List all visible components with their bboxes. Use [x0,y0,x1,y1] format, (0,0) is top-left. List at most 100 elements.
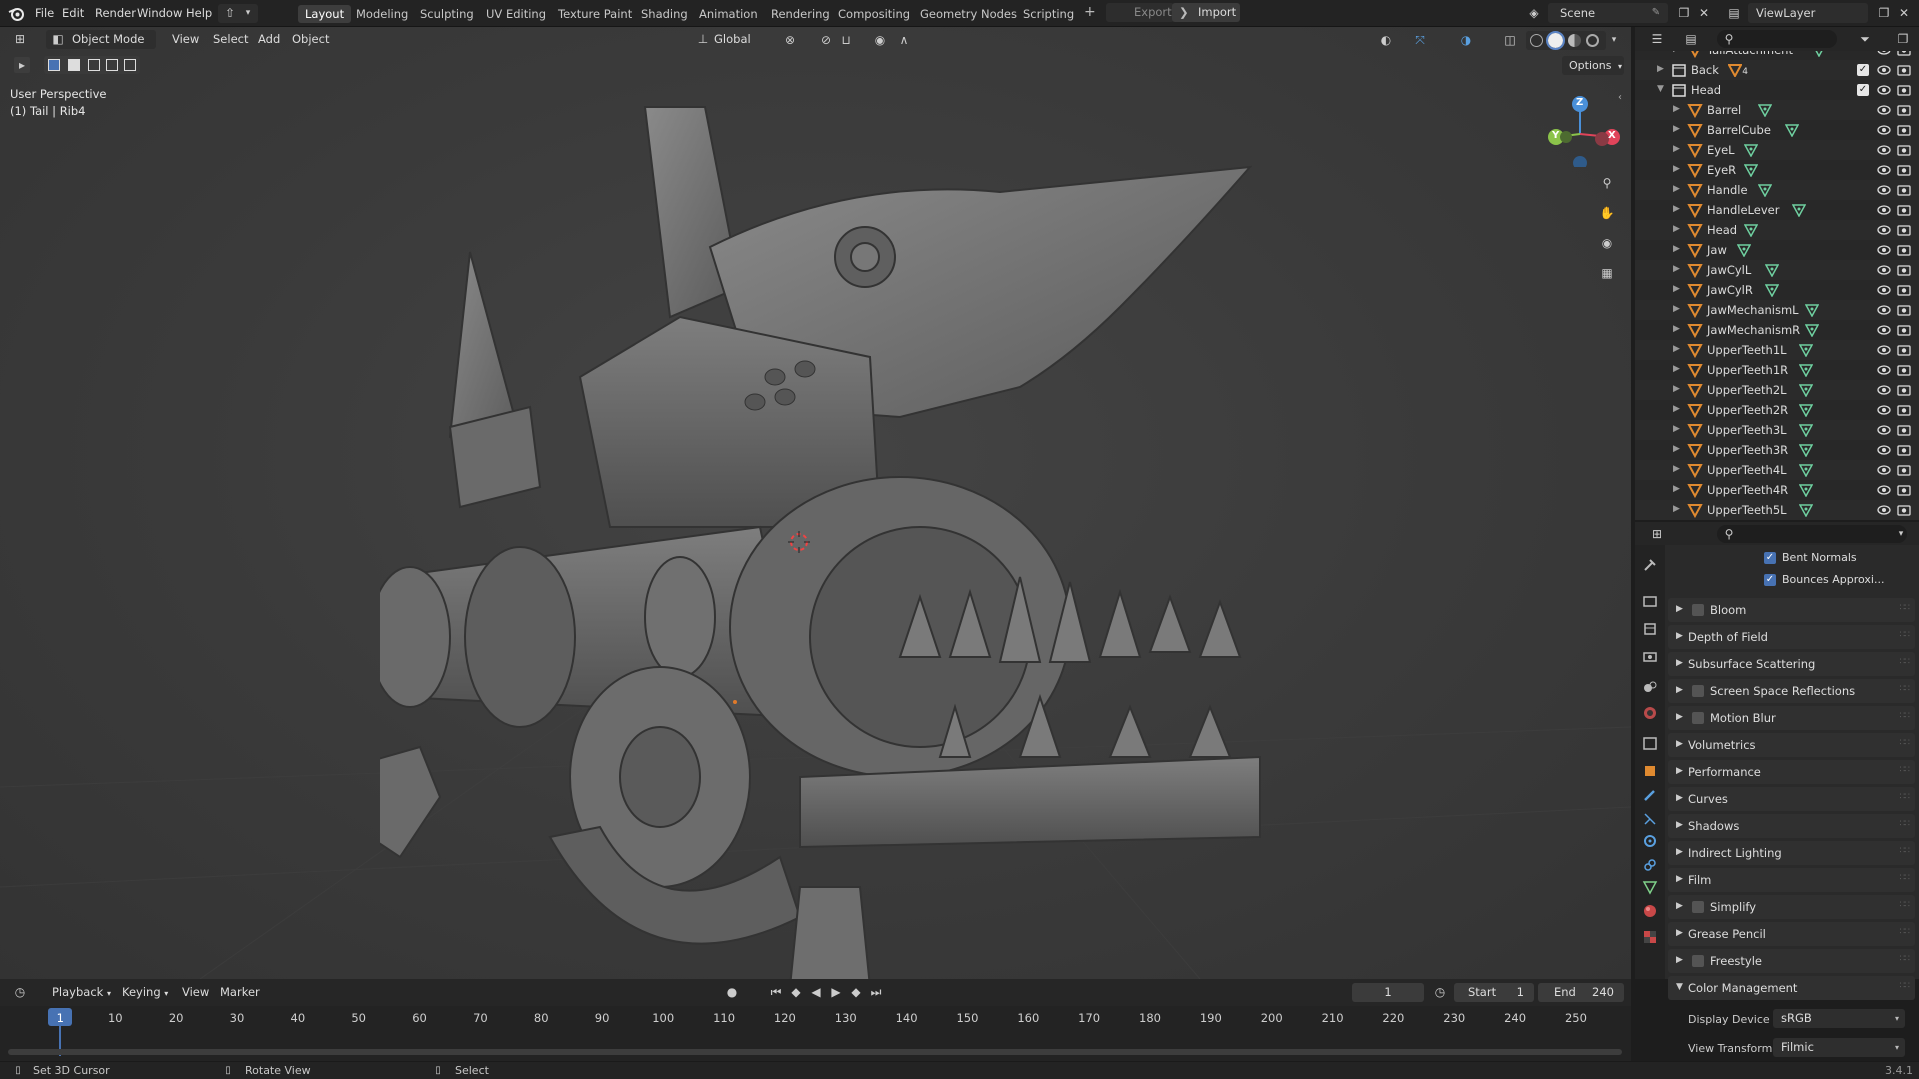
blender-logo-icon[interactable] [8,5,25,22]
panel-enable-checkbox[interactable] [1692,955,1704,967]
transform-orientation-dropdown[interactable]: ⊥ Global [692,30,770,49]
outliner-row[interactable]: ▶ HandleLever [1635,200,1919,220]
panel-performance[interactable]: ▶ Performance ∷∷ [1668,760,1915,784]
outliner-row[interactable]: ▶ Handle [1635,180,1919,200]
wireframe-shading-icon[interactable] [1530,34,1543,47]
render-camera-icon[interactable] [1897,303,1911,317]
expand-arrow-icon[interactable]: ▶ [1673,384,1680,394]
panel-color-management[interactable]: ▼ Color Management ∷∷ [1668,976,1915,1000]
panel-indirect-lighting[interactable]: ▶ Indirect Lighting ∷∷ [1668,841,1915,865]
mesh-data-icon[interactable] [1791,203,1806,217]
new-collection-icon[interactable]: ❐ [1895,31,1911,47]
object-mode-dropdown[interactable]: ◧ Object Mode [46,30,156,49]
tab-animation[interactable]: Animation [692,5,765,23]
drag-handle-icon[interactable]: ∷∷ [1900,765,1911,775]
upload-menu-button[interactable]: ⇧ ▾ [218,4,258,23]
expand-arrow-icon[interactable]: ▶ [1673,51,1680,54]
property-checkbox[interactable]: ✓ [1764,574,1776,586]
mesh-data-icon[interactable] [1744,143,1759,157]
visibility-eye-icon[interactable] [1877,183,1891,197]
drag-handle-icon[interactable]: ∷∷ [1900,981,1911,991]
new-scene-icon[interactable]: ❐ [1676,5,1692,21]
render-camera-icon[interactable] [1897,343,1911,357]
view-layer-tab-icon[interactable] [1642,649,1658,665]
menu-file[interactable]: File [35,6,54,20]
drag-handle-icon[interactable]: ∷∷ [1900,846,1911,856]
panel-grease-pencil[interactable]: ▶ Grease Pencil ∷∷ [1668,922,1915,946]
menu-edit[interactable]: Edit [62,6,84,20]
mesh-data-icon[interactable] [1798,403,1813,417]
editor-type-button[interactable]: ⊞ [10,30,40,49]
render-camera-icon[interactable] [1897,423,1911,437]
render-camera-icon[interactable] [1897,143,1911,157]
new-view-layer-icon[interactable]: ❐ [1876,5,1892,21]
drag-handle-icon[interactable]: ∷∷ [1900,900,1911,910]
expand-arrow-icon[interactable]: ▶ [1673,284,1680,294]
filter-icon[interactable]: ⏷ [1857,31,1873,47]
navigation-gizmo[interactable]: Z Y X [1540,87,1620,170]
render-camera-icon[interactable] [1897,363,1911,377]
current-frame-field[interactable]: 1 [1352,983,1424,1002]
snap-target-icon[interactable]: ⊔ [838,32,854,48]
viewport-menu-add[interactable]: Add [252,30,286,49]
outliner-row[interactable]: ▶ JawCylL [1635,260,1919,280]
outliner-row[interactable]: ▶ UpperTeeth4R [1635,480,1919,500]
expand-arrow-icon[interactable]: ▶ [1673,324,1680,334]
visibility-eye-icon[interactable] [1877,323,1891,337]
mesh-data-icon[interactable] [1798,503,1813,517]
visibility-eye-icon[interactable] [1877,263,1891,277]
timeline-menu-marker[interactable]: Marker [214,983,266,1002]
panel-enable-checkbox[interactable] [1692,604,1704,616]
expand-arrow-icon[interactable]: ▶ [1673,244,1680,254]
visibility-eye-icon[interactable] [1877,463,1891,477]
expand-arrow-icon[interactable]: ▶ [1657,64,1664,74]
select-intersect-icon[interactable] [124,59,136,71]
visibility-eye-icon[interactable] [1877,303,1891,317]
tab-scripting[interactable]: Scripting [1016,5,1081,23]
mesh-data-icon[interactable] [1798,483,1813,497]
overlay-toggle-icon[interactable]: ◑ [1458,32,1474,48]
view-layer-icon[interactable]: ▤ [1726,5,1742,21]
expand-arrow-icon[interactable]: ▶ [1673,364,1680,374]
outliner-row[interactable]: ▶ UpperTeeth3L [1635,420,1919,440]
outliner-row[interactable]: ▶ JawMechanismR [1635,320,1919,340]
visibility-eye-icon[interactable] [1877,363,1891,377]
solid-shading-icon[interactable] [1546,31,1565,50]
expand-arrow-icon[interactable]: ▶ [1673,344,1680,354]
gizmo-toggle-icon[interactable]: ⤧ [1412,32,1428,48]
output-tab-icon[interactable] [1642,621,1658,637]
tab-uv-editing[interactable]: UV Editing [479,5,553,23]
expand-arrow-icon[interactable]: ▶ [1673,124,1680,134]
scene-icon[interactable]: ◈ [1526,5,1542,21]
timeline-menu-playback[interactable]: Playback ▾ [46,983,117,1002]
expand-arrow-icon[interactable]: ▶ [1673,304,1680,314]
outliner-editor-type-icon[interactable]: ☰ [1649,31,1665,47]
mesh-data-icon[interactable] [1757,183,1772,197]
select-new-icon[interactable] [48,59,60,71]
proportional-edit-icon[interactable]: ◉ [872,32,888,48]
panel-bloom[interactable]: ▶ Bloom ∷∷ [1668,598,1915,622]
expand-arrow-icon[interactable]: ▶ [1673,224,1680,234]
drag-handle-icon[interactable]: ∷∷ [1900,711,1911,721]
outliner-row[interactable]: ▶ UpperTeeth4L [1635,460,1919,480]
expand-arrow-icon[interactable]: ▶ [1673,424,1680,434]
outliner-row[interactable]: ▶ Barrel [1635,100,1919,120]
visibility-eye-icon[interactable] [1877,383,1891,397]
visibility-eye-icon[interactable] [1877,51,1891,57]
render-camera-icon[interactable] [1897,223,1911,237]
render-tab-icon[interactable] [1642,593,1658,609]
outliner-row[interactable]: ▶ UpperTeeth3R [1635,440,1919,460]
render-camera-icon[interactable] [1897,483,1911,497]
expand-arrow-icon[interactable]: ▶ [1673,204,1680,214]
expand-arrow-icon[interactable]: ▶ [1673,144,1680,154]
panel-screen-space-reflections[interactable]: ▶ Screen Space Reflections ∷∷ [1668,679,1915,703]
render-camera-icon[interactable] [1897,283,1911,297]
panel-volumetrics[interactable]: ▶ Volumetrics ∷∷ [1668,733,1915,757]
tab-compositing[interactable]: Compositing [831,5,917,23]
visibility-eye-icon[interactable] [1877,83,1891,97]
properties-editor-type-icon[interactable]: ⊞ [1649,526,1665,542]
material-preview-icon[interactable] [1568,34,1581,47]
render-camera-icon[interactable] [1897,443,1911,457]
expand-arrow-icon[interactable]: ▶ [1673,104,1680,114]
exclude-checkbox[interactable]: ✓ [1857,64,1869,76]
